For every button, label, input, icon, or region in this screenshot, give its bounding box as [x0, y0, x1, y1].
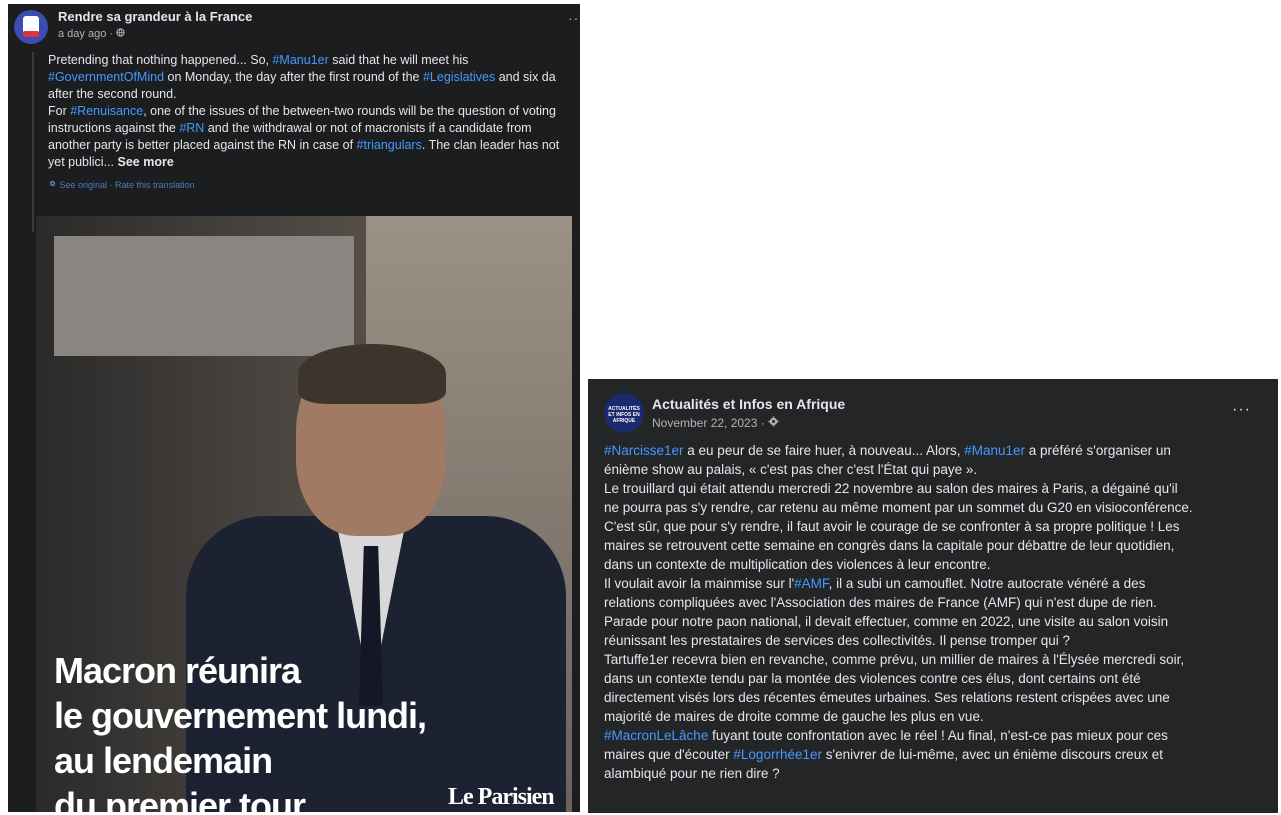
text-segment: another party is better placed against t… [48, 138, 357, 152]
image-brand-logo: Le Parisien [448, 784, 555, 810]
text-line: dans un contexte tendu par la montée des… [604, 669, 1268, 688]
text-segment: Pretending that nothing happened... So, [48, 53, 273, 67]
text-segment: majorité de maires de droite comme de ga… [604, 709, 984, 724]
hashtag-link[interactable]: #Renuisance [70, 104, 143, 118]
text-line: directement visés lors des récentes émeu… [604, 688, 1268, 707]
text-line: #Narcisse1er a eu peur de se faire huer,… [604, 441, 1268, 460]
text-segment: on Monday, the day after the first round… [164, 70, 423, 84]
text-segment: said that he will meet his [328, 53, 469, 67]
text-segment: directement visés lors des récentes émeu… [604, 690, 1170, 705]
text-segment: and six da [495, 70, 556, 84]
text-segment: ne pourra pas s'y rendre, car retenu au … [604, 500, 1193, 515]
hashtag-link[interactable]: #Narcisse1er [604, 443, 684, 458]
text-segment: a eu peur de se faire huer, à nouveau...… [683, 443, 965, 458]
page-avatar-left[interactable] [14, 10, 48, 44]
text-segment: Il voulait avoir la mainmise sur l' [604, 576, 795, 591]
post-right: ACTUALITÉS ET INFOS EN AFRIQUE Actualité… [588, 379, 1278, 813]
text-segment: maires se retrouvent cette semaine en co… [604, 538, 1175, 553]
post-image[interactable]: Macron réunira le gouvernement lundi, au… [36, 216, 572, 812]
post-left: Rendre sa grandeur à la France a day ago… [8, 4, 580, 812]
post-text-left: Pretending that nothing happened... So, … [48, 52, 580, 171]
text-line: maires se retrouvent cette semaine en co… [604, 536, 1268, 555]
text-segment: s'enivrer de lui-même, avec un énième di… [821, 747, 1163, 762]
translation-row: See original · Rate this translation [48, 177, 580, 194]
page-name-left[interactable]: Rendre sa grandeur à la France [58, 9, 252, 24]
text-line: dans un contexte de multiplication des v… [604, 555, 1268, 574]
hashtag-link[interactable]: #Manu1er [272, 53, 328, 67]
text-line: majorité de maires de droite comme de ga… [604, 707, 1268, 726]
text-segment: réunissant les prestataires de services … [604, 633, 1070, 648]
text-segment: instructions against the [48, 121, 180, 135]
text-line: For #Renuisance, one of the issues of th… [48, 103, 580, 120]
text-segment: maires que d'écouter [604, 747, 734, 762]
text-segment: after the second round. [48, 87, 177, 101]
post-meta-right: November 22, 2023 · [652, 416, 779, 430]
text-segment: dans un contexte tendu par la montée des… [604, 671, 1141, 686]
text-segment: alambiqué pour ne rien dire ? [604, 766, 780, 781]
image-headline: Macron réunira le gouvernement lundi, au… [54, 650, 427, 812]
more-options-icon[interactable]: ··· [568, 10, 580, 26]
text-line: C'est sûr, que pour s'y rendre, il faut … [604, 517, 1268, 536]
post-time-left[interactable]: a day ago · [58, 28, 113, 40]
text-line: instructions against the #RN and the wit… [48, 120, 580, 137]
page-avatar-right[interactable]: ACTUALITÉS ET INFOS EN AFRIQUE [604, 393, 644, 433]
hashtag-link[interactable]: #MacronLeLâche [604, 728, 708, 743]
text-segment: and the withdrawal or not of macronists … [204, 121, 532, 135]
text-line: réunissant les prestataires de services … [604, 631, 1268, 650]
text-segment: Parade pour notre paon national, il deva… [604, 614, 1169, 629]
translation-links[interactable]: See original · Rate this translation [60, 180, 195, 190]
text-segment: Le trouillard qui était attendu mercredi… [604, 481, 1178, 496]
post-meta-left: a day ago · [58, 28, 125, 40]
text-segment: a préféré s'organiser un [1025, 443, 1171, 458]
image-background-window [54, 236, 354, 356]
avatar-logo-text: ACTUALITÉS ET INFOS EN AFRIQUE [608, 406, 640, 424]
image-person-hair [298, 344, 446, 404]
text-segment: C'est sûr, que pour s'y rendre, il faut … [604, 519, 1180, 534]
text-segment: , il a subi un camouflet. Notre autocrat… [828, 576, 1146, 591]
text-line: relations compliquées avec l'Association… [604, 593, 1268, 612]
hashtag-link[interactable]: #RN [179, 121, 204, 135]
more-options-icon[interactable]: ··· [1232, 401, 1251, 419]
text-line: alambiqué pour ne rien dire ? [604, 764, 1268, 783]
text-line: Pretending that nothing happened... So, … [48, 52, 580, 69]
globe-icon [116, 28, 125, 40]
text-line: #MacronLeLâche fuyant toute confrontatio… [604, 726, 1268, 745]
text-segment: yet publici... [48, 155, 118, 169]
hashtag-link[interactable]: #Legislatives [423, 70, 495, 84]
text-line: #GovernmentOfMind on Monday, the day aft… [48, 69, 580, 86]
text-line: yet publici... See more [48, 154, 580, 171]
text-line: énième show au palais, « c'est pas cher … [604, 460, 1268, 479]
see-more-link[interactable]: See more [117, 155, 173, 169]
hashtag-link[interactable]: #Manu1er [964, 443, 1025, 458]
text-segment: énième show au palais, « c'est pas cher … [604, 462, 978, 477]
hashtag-link[interactable]: #AMF [794, 576, 829, 591]
gear-icon [768, 416, 779, 430]
hashtag-link[interactable]: #GovernmentOfMind [48, 70, 164, 84]
text-segment: dans un contexte de multiplication des v… [604, 557, 991, 572]
text-segment: For [48, 104, 71, 118]
text-line: another party is better placed against t… [48, 137, 580, 154]
text-line: ne pourra pas s'y rendre, car retenu au … [604, 498, 1268, 517]
text-segment: fuyant toute confrontation avec le réel … [708, 728, 1168, 743]
text-line: Tartuffe1er recevra bien en revanche, co… [604, 650, 1268, 669]
post-body-left: Pretending that nothing happened... So, … [32, 52, 580, 232]
text-segment: Tartuffe1er recevra bien en revanche, co… [604, 652, 1185, 667]
post-text-right: #Narcisse1er a eu peur de se faire huer,… [604, 441, 1268, 783]
text-segment: relations compliquées avec l'Association… [604, 595, 1157, 610]
hashtag-link[interactable]: #Logorrhée1er [733, 747, 822, 762]
text-segment: . The clan leader has not [421, 138, 560, 152]
text-line: Le trouillard qui était attendu mercredi… [604, 479, 1268, 498]
text-line: Parade pour notre paon national, il deva… [604, 612, 1268, 631]
text-line: Il voulait avoir la mainmise sur l'#AMF,… [604, 574, 1268, 593]
text-segment: , one of the issues of the between-two r… [143, 104, 556, 118]
post-date-right[interactable]: November 22, 2023 · [652, 416, 765, 430]
text-line: after the second round. [48, 86, 580, 103]
page-name-right[interactable]: Actualités et Infos en Afrique [652, 396, 845, 412]
text-line: maires que d'écouter #Logorrhée1er s'eni… [604, 745, 1268, 764]
hashtag-link[interactable]: #triangulars [357, 138, 422, 152]
gear-icon [48, 180, 60, 190]
avatar-emblem-stripe [23, 31, 39, 37]
